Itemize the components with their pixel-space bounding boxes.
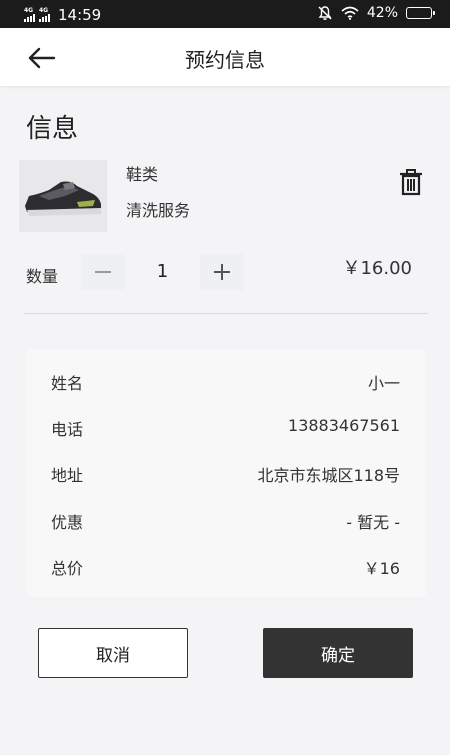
battery-icon	[406, 7, 435, 19]
info-value: 13883467561	[288, 416, 400, 435]
quantity-increase-button[interactable]	[200, 254, 244, 290]
sneaker-image	[19, 160, 107, 232]
info-label: 总价	[51, 559, 84, 578]
info-value: - 暂无 -	[346, 513, 400, 532]
mute-bell-icon	[318, 6, 332, 20]
info-value: 小一	[367, 374, 400, 393]
item-price: ￥16.00	[342, 258, 412, 279]
info-row-name: 姓名 小一	[26, 365, 426, 395]
product-category: 鞋类	[126, 165, 159, 184]
quantity-value: 1	[156, 261, 169, 282]
status-time: 14:59	[58, 6, 102, 24]
info-row-address: 地址 北京市东城区118号	[26, 457, 426, 487]
section-title: 信息	[26, 114, 79, 144]
status-left: 4G 4G 14:59	[24, 6, 101, 24]
nav-bar: 预约信息	[0, 28, 450, 86]
info-label: 姓名	[51, 374, 84, 393]
trash-icon[interactable]	[396, 168, 426, 196]
page-title: 预约信息	[185, 48, 265, 72]
divider	[24, 313, 428, 314]
status-right: 42%	[317, 5, 435, 21]
info-value: ￥16	[363, 559, 400, 578]
minus-icon	[95, 271, 111, 273]
order-info-card: 姓名 小一 电话 13883467561 地址 北京市东城区118号 优惠 - …	[26, 349, 426, 597]
info-row-total: 总价 ￥16	[26, 550, 426, 580]
signal-2: 4G	[39, 8, 50, 22]
info-row-phone: 电话 13883467561	[26, 411, 426, 441]
info-label: 地址	[51, 466, 84, 485]
info-label: 电话	[51, 420, 84, 439]
product-service: 清洗服务	[126, 201, 191, 220]
status-bar: 4G 4G 14:59 42%	[0, 0, 450, 28]
cancel-button[interactable]: 取消	[38, 628, 188, 678]
plus-icon	[214, 264, 230, 280]
sneaker-picture	[19, 160, 107, 232]
info-value: 北京市东城区118号	[257, 466, 400, 485]
signal-bars-icon	[24, 14, 35, 22]
info-label: 优惠	[51, 513, 84, 532]
confirm-button[interactable]: 确定	[263, 628, 413, 678]
quantity-decrease-button[interactable]	[81, 254, 125, 290]
signal-1: 4G	[24, 8, 35, 22]
signal-bars-icon	[39, 14, 50, 22]
info-row-discount: 优惠 - 暂无 -	[26, 504, 426, 534]
battery-percent: 42%	[366, 5, 398, 21]
wifi-icon	[341, 6, 359, 20]
quantity-label: 数量	[26, 267, 59, 286]
